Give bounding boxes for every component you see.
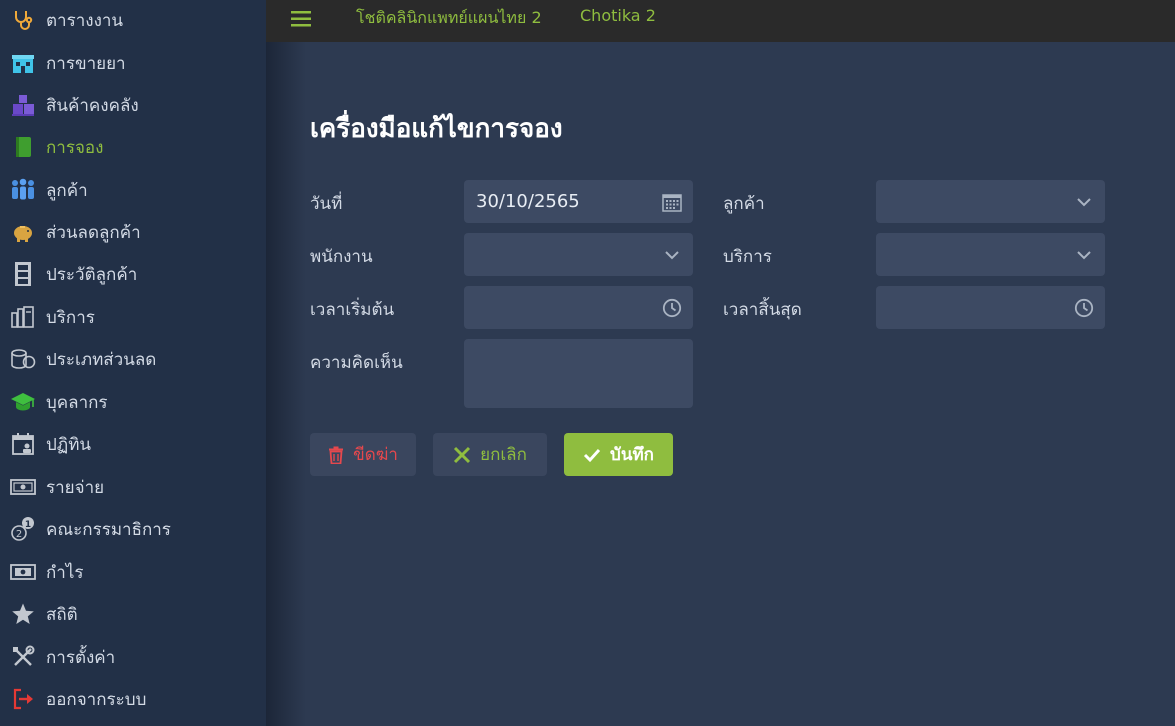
date-field[interactable] [464, 180, 693, 223]
clinic-name[interactable]: โชติคลินิกแพทย์แผนไทย 2 [356, 6, 542, 31]
calendar-user-icon [10, 431, 36, 457]
svg-text:1: 1 [25, 520, 31, 530]
sidebar-item-schedule[interactable]: ตารางงาน [0, 0, 266, 41]
close-icon [454, 446, 471, 463]
sidebar-item-commission[interactable]: 21 คณะกรรมาธิการ [0, 508, 266, 550]
piggy-bank-icon [10, 219, 36, 245]
start-time-field[interactable] [464, 286, 693, 329]
books-icon [10, 304, 36, 330]
sidebar-item-drug-sales[interactable]: การขายยา [0, 42, 266, 84]
sidebar: ตารางงาน การขายยา สินค้าคงคลัง การจอง ลู… [0, 0, 266, 726]
staff-label: พนักงาน [310, 247, 373, 267]
cancel-button-label: ยกเลิก [480, 445, 527, 465]
sidebar-item-label: ปฏิทิน [46, 434, 92, 455]
staff-input[interactable] [476, 233, 656, 276]
service-select[interactable] [876, 233, 1105, 276]
sidebar-item-label: ส่วนลดลูกค้า [46, 222, 141, 243]
sidebar-item-customer-history[interactable]: ประวัติลูกค้า [0, 253, 266, 295]
stethoscope-icon [10, 7, 36, 33]
book-icon [10, 134, 36, 160]
start-time-label: เวลาเริ่มต้น [310, 300, 395, 320]
sidebar-item-discount-types[interactable]: ประเภทส่วนลด [0, 338, 266, 380]
chevron-down-icon[interactable] [1074, 192, 1094, 212]
sidebar-item-customers[interactable]: ลูกค้า [0, 169, 266, 211]
customer-select[interactable] [876, 180, 1105, 223]
graduation-cap-icon [10, 389, 36, 415]
sidebar-item-booking[interactable]: การจอง [0, 126, 266, 168]
money-icon [10, 559, 36, 585]
end-time-field[interactable] [876, 286, 1105, 329]
sidebar-item-label: การตั้งค่า [46, 647, 116, 668]
trash-icon [329, 446, 344, 464]
commission-icon: 21 [10, 516, 36, 542]
clock-icon[interactable] [1074, 298, 1094, 318]
check-icon [583, 448, 601, 462]
end-time-label: เวลาสิ้นสุด [723, 300, 802, 320]
pharmacy-icon [10, 50, 36, 76]
sidebar-item-settings[interactable]: การตั้งค่า [0, 636, 266, 678]
date-label: วันที่ [310, 194, 343, 214]
star-icon [10, 601, 36, 627]
sidebar-item-logout[interactable]: ออกจากระบบ [0, 678, 266, 720]
tools-icon [10, 644, 36, 670]
coins-icon [10, 346, 36, 372]
staff-select[interactable] [464, 233, 693, 276]
sidebar-item-label: ประวัติลูกค้า [46, 264, 138, 285]
comment-label: ความคิดเห็น [310, 353, 403, 373]
sidebar-item-customer-discount[interactable]: ส่วนลดลูกค้า [0, 211, 266, 253]
date-input[interactable] [476, 180, 656, 223]
users-icon [10, 177, 36, 203]
save-button[interactable]: บันทึก [564, 433, 673, 476]
sidebar-item-label: รายจ่าย [46, 477, 105, 498]
chevron-down-icon[interactable] [1074, 245, 1094, 265]
sidebar-item-personnel[interactable]: บุคลากร [0, 381, 266, 423]
banknote-icon [10, 474, 36, 500]
save-button-label: บันทึก [610, 445, 654, 465]
logout-icon [10, 686, 36, 712]
sidebar-item-label: กำไร [46, 562, 84, 583]
sidebar-item-label: การขายยา [46, 53, 126, 74]
sidebar-item-label: ประเภทส่วนลด [46, 349, 157, 370]
comment-textarea[interactable] [474, 347, 679, 399]
sidebar-item-label: บริการ [46, 307, 95, 328]
sidebar-item-calendar[interactable]: ปฏิทิน [0, 423, 266, 465]
sidebar-item-label: ตารางงาน [46, 10, 124, 31]
service-input[interactable] [888, 233, 1068, 276]
sidebar-item-inventory[interactable]: สินค้าคงคลัง [0, 84, 266, 126]
sidebar-item-services[interactable]: บริการ [0, 296, 266, 338]
hamburger-menu-icon[interactable] [290, 8, 312, 30]
sidebar-item-label: ลูกค้า [46, 180, 88, 201]
sidebar-item-label: ออกจากระบบ [46, 689, 147, 710]
customer-label: ลูกค้า [723, 194, 765, 214]
sidebar-item-statistics[interactable]: สถิติ [0, 593, 266, 635]
page-title: เครื่องมือแก้ไขการจอง [310, 114, 563, 144]
clock-icon[interactable] [662, 298, 682, 318]
svg-text:2: 2 [16, 529, 22, 540]
delete-button[interactable]: ขีดฆ่า [310, 433, 416, 476]
user-name[interactable]: Chotika 2 [580, 6, 656, 25]
sidebar-item-label: สินค้าคงคลัง [46, 95, 139, 116]
sidebar-item-expenses[interactable]: รายจ่าย [0, 466, 266, 508]
delete-button-label: ขีดฆ่า [353, 445, 398, 465]
top-bar: โชติคลินิกแพทย์แผนไทย 2 Chotika 2 [266, 0, 1175, 42]
sidebar-item-label: สถิติ [46, 604, 78, 625]
customer-input[interactable] [888, 180, 1068, 223]
file-cabinet-icon [10, 261, 36, 287]
end-time-input[interactable] [888, 286, 1068, 329]
comment-field[interactable] [464, 339, 693, 408]
boxes-icon [10, 92, 36, 118]
sidebar-shadow [266, 42, 306, 726]
sidebar-item-label: คณะกรรมาธิการ [46, 519, 171, 540]
sidebar-item-label: บุคลากร [46, 392, 108, 413]
cancel-button[interactable]: ยกเลิก [433, 433, 547, 476]
chevron-down-icon[interactable] [662, 245, 682, 265]
sidebar-item-profit[interactable]: กำไร [0, 551, 266, 593]
service-label: บริการ [723, 247, 772, 267]
start-time-input[interactable] [476, 286, 656, 329]
calendar-icon[interactable] [662, 192, 682, 212]
sidebar-item-label: การจอง [46, 137, 104, 158]
